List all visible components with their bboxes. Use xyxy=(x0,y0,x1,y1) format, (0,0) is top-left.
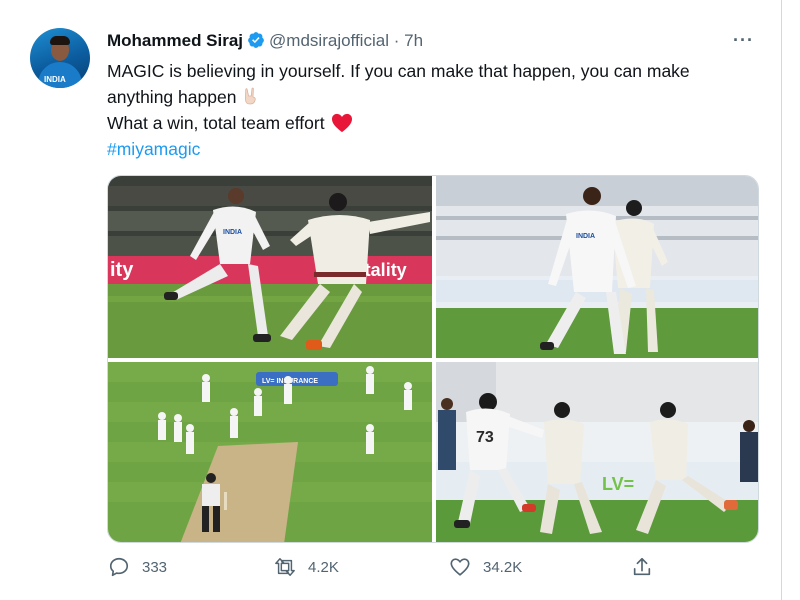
reply-count: 333 xyxy=(142,558,168,576)
media-grid: ity Vitality INDIA INDIA LV= INSURANCE L… xyxy=(107,175,759,543)
heart-icon xyxy=(450,558,470,576)
more-options-button[interactable]: ··· xyxy=(733,30,754,51)
like-button[interactable]: 34.2K xyxy=(449,556,522,578)
reply-icon xyxy=(109,557,129,577)
share-icon xyxy=(633,557,651,576)
hashtag-link[interactable]: #miyamagic xyxy=(107,136,767,162)
tweet-timestamp[interactable]: 7h xyxy=(404,31,423,50)
retweet-icon xyxy=(275,558,295,576)
tweet-card[interactable]: INDIA Mohammed Siraj @mdsirajofficial · 7… xyxy=(0,0,782,600)
victory-hand-emoji-icon xyxy=(245,87,257,105)
retweet-button[interactable]: 4.2K xyxy=(274,556,339,578)
author-handle[interactable]: @mdsirajofficial xyxy=(269,31,389,50)
tweet-text: MAGIC is believing in yourself. If you c… xyxy=(107,58,767,162)
reply-button[interactable]: 333 xyxy=(108,556,167,578)
avatar[interactable]: INDIA xyxy=(30,28,90,88)
tweet-actions: 333 4.2K 34.2K xyxy=(0,556,782,586)
media-photo[interactable]: LV= 73 xyxy=(436,362,758,542)
jersey-text: INDIA xyxy=(223,229,242,236)
avatar-text: INDIA xyxy=(44,75,66,84)
media-photo[interactable]: ity Vitality INDIA xyxy=(108,176,432,358)
board-text: ity xyxy=(110,259,134,281)
verified-badge-icon xyxy=(248,32,264,48)
tweet-text-line: anything happen xyxy=(107,87,237,107)
tweet-header: Mohammed Siraj @mdsirajofficial · 7h xyxy=(107,30,423,52)
author-name[interactable]: Mohammed Siraj xyxy=(107,31,243,50)
media-photo[interactable]: LV= INSURANCE xyxy=(108,362,432,542)
retweet-count: 4.2K xyxy=(308,558,339,576)
jersey-text: INDIA xyxy=(576,233,595,240)
board-text: LV= xyxy=(602,474,634,494)
red-heart-emoji-icon xyxy=(331,113,352,133)
tweet-text-line: MAGIC is believing in yourself. If you c… xyxy=(107,61,690,81)
separator-dot: · xyxy=(393,31,400,50)
media-photo[interactable]: INDIA xyxy=(436,176,758,358)
share-button[interactable] xyxy=(631,556,665,578)
like-count: 34.2K xyxy=(483,558,523,576)
jersey-number-text: 73 xyxy=(476,429,494,446)
tweet-text-line: What a win, total team effort xyxy=(107,113,325,133)
